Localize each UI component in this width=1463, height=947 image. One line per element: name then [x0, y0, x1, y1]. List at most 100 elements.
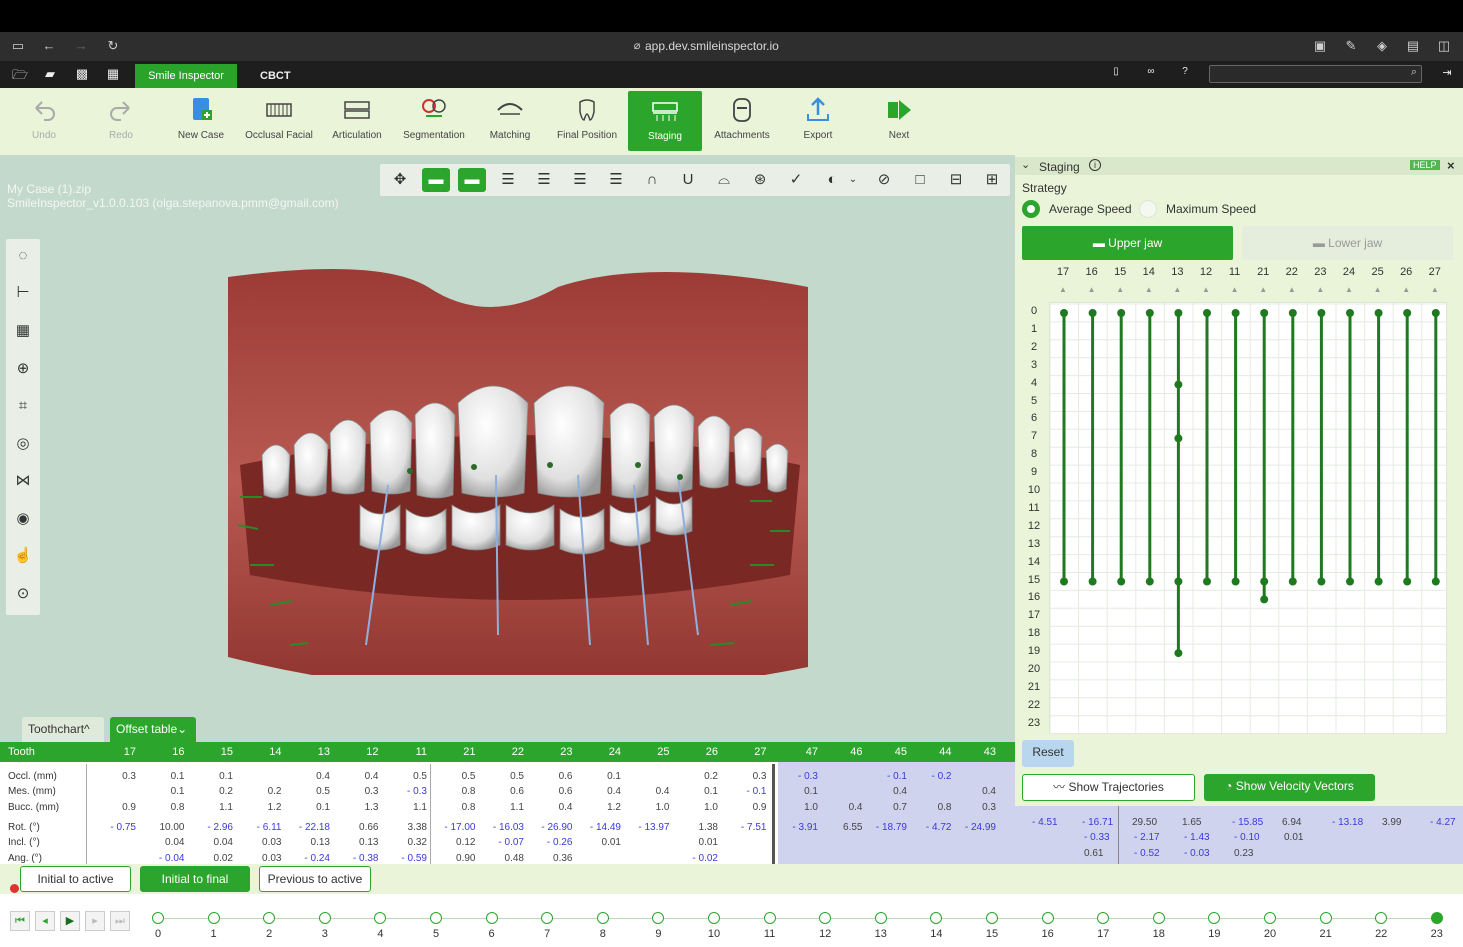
tooth-col-header[interactable]: 26 — [690, 746, 718, 758]
axes-icon[interactable]: ⊛ — [746, 168, 774, 192]
tooth-col-header[interactable]: 12 — [351, 746, 378, 758]
close-icon[interactable]: × — [1447, 158, 1455, 173]
split-view-icon[interactable]: ◫ — [1435, 38, 1453, 54]
tooth-collapse-icon[interactable]: ▲ — [1429, 285, 1441, 294]
timeline-stage-dot[interactable] — [152, 912, 164, 924]
tooth-collapse-icon[interactable]: ▲ — [1372, 285, 1384, 294]
timeline-stage-dot[interactable] — [1041, 912, 1054, 924]
timeline-stage-dot[interactable] — [541, 912, 554, 924]
search-input[interactable]: ⌕ — [1209, 65, 1422, 83]
occlusal-facial-button[interactable]: Occlusal Facial — [244, 90, 314, 152]
chevron-down-icon[interactable]: ⌄ — [846, 168, 860, 192]
attachment-view-icon[interactable]: ◐ — [818, 168, 846, 192]
stage-handle[interactable] — [1174, 649, 1183, 658]
hide-icon[interactable]: ⊘ — [870, 168, 898, 192]
logout-icon[interactable]: ⇥ — [1437, 66, 1457, 82]
binoculars-icon[interactable]: ∞ — [1141, 66, 1161, 82]
stage-handle[interactable] — [1174, 380, 1183, 389]
timeline-stage-dot[interactable] — [1375, 912, 1388, 924]
stage-handle[interactable] — [1088, 577, 1097, 586]
stage-handle[interactable] — [1117, 577, 1126, 586]
stage-handle[interactable] — [1403, 577, 1412, 586]
view-right-icon[interactable]: ☰ — [602, 168, 630, 192]
tooth-collapse-icon[interactable]: ▲ — [1086, 285, 1098, 294]
tooth-collapse-icon[interactable]: ▲ — [1057, 285, 1069, 294]
grid-view-icon[interactable]: ⊞ — [978, 168, 1006, 192]
stage-handle[interactable] — [1203, 577, 1211, 586]
grid-overlay-icon[interactable]: ▦ — [11, 319, 35, 343]
tooth-col-header[interactable]: 17 — [108, 746, 136, 758]
stage-handle[interactable] — [1174, 577, 1183, 586]
tooth-collapse-icon[interactable]: ▲ — [1314, 285, 1326, 294]
ruler-icon[interactable]: ⊢ — [11, 281, 35, 305]
stage-handle[interactable] — [1288, 309, 1297, 317]
next-stage-icon[interactable]: ▸ — [85, 911, 105, 931]
lower-jaw-button[interactable]: ▬ Lower jaw — [1242, 226, 1453, 260]
stage-handle[interactable] — [1145, 577, 1154, 586]
reader-icon[interactable]: ▤ — [1404, 38, 1422, 54]
show-trajectories-button[interactable]: 〰 Show Trajectories — [1022, 774, 1195, 801]
help-icon[interactable]: ? — [1175, 66, 1195, 82]
tooth-move-icon[interactable]: ☝ — [11, 544, 35, 568]
timeline-stage-dot[interactable] — [1097, 912, 1110, 924]
tooth-ring-icon[interactable]: ◎ — [11, 432, 35, 456]
tooth-collapse-icon[interactable]: ▲ — [1171, 285, 1183, 294]
tooth-collapse-icon[interactable]: ▲ — [1200, 285, 1212, 294]
reset-button[interactable]: Reset — [1022, 740, 1074, 767]
stage-handle[interactable] — [1174, 434, 1183, 443]
stage-handle[interactable] — [1288, 577, 1297, 586]
save-icon[interactable]: ▩ — [72, 66, 92, 82]
timeline-stage-dot[interactable] — [485, 912, 498, 924]
tooth-collapse-icon[interactable]: ▲ — [1143, 285, 1155, 294]
avg-speed-radio[interactable] — [1022, 200, 1040, 218]
tooth-search-icon[interactable]: ◌ — [11, 244, 35, 268]
tooth-col-header[interactable]: 22 — [496, 746, 524, 758]
prev-stage-icon[interactable]: ◂ — [35, 911, 55, 931]
stage-handle[interactable] — [1260, 309, 1269, 317]
collapse-chevron-icon[interactable]: ⌄ — [1021, 158, 1030, 171]
staging-grid[interactable] — [1049, 302, 1448, 735]
timeline-stage-dot[interactable] — [430, 912, 442, 924]
stage-handle[interactable] — [1403, 309, 1412, 317]
collision-icon[interactable]: ✓ — [782, 168, 810, 192]
stage-handle[interactable] — [1346, 309, 1354, 317]
stage-handle[interactable] — [1260, 595, 1269, 604]
tooth-col-header[interactable]: 14 — [254, 746, 281, 758]
tooth-collapse-icon[interactable]: ▲ — [1286, 285, 1298, 294]
attachments-button[interactable]: Attachments — [708, 90, 776, 152]
initial-to-active-button[interactable]: Initial to active — [20, 866, 131, 892]
reload-icon[interactable]: ↻ — [104, 38, 122, 54]
section-icon[interactable]: ⌗ — [11, 394, 35, 418]
ipr-icon[interactable]: ⋈ — [11, 469, 35, 493]
play-icon[interactable]: ▶ — [60, 911, 80, 931]
first-stage-icon[interactable]: ⏮ — [10, 911, 30, 931]
new-case-button[interactable]: New Case — [172, 90, 230, 152]
stage-handle[interactable] — [1231, 309, 1240, 317]
stage-handle[interactable] — [1317, 309, 1326, 317]
tooth-collapse-icon[interactable]: ▲ — [1257, 285, 1269, 294]
tooth-col-header[interactable]: 27 — [739, 746, 766, 758]
timeline-stage-dot[interactable] — [263, 912, 276, 924]
next-button[interactable]: Next — [874, 90, 924, 152]
initial-to-final-button[interactable]: Initial to final — [140, 866, 250, 892]
stage-handle[interactable] — [1231, 577, 1240, 586]
tooth-col-header[interactable]: 43 — [968, 746, 996, 758]
stage-handle[interactable] — [1203, 309, 1211, 317]
open-folder-icon[interactable]: 🗁 — [10, 66, 30, 82]
timeline-stage-dot[interactable] — [374, 912, 387, 924]
timeline-stage-dot[interactable] — [1208, 912, 1221, 924]
tooth-collapse-icon[interactable]: ▲ — [1114, 285, 1126, 294]
timeline-stage-dot[interactable] — [207, 912, 220, 924]
previous-to-active-button[interactable]: Previous to active — [259, 866, 371, 892]
timeline-stage-dot[interactable] — [318, 912, 331, 924]
extension2-icon[interactable]: ◈ — [1373, 38, 1391, 54]
timeline-stage-dot[interactable] — [1264, 912, 1276, 924]
staging-button[interactable]: Staging — [628, 91, 702, 151]
timeline-stage-dot[interactable] — [986, 912, 998, 924]
single-view-icon[interactable]: □ — [906, 168, 934, 192]
view-front-icon[interactable]: ☰ — [494, 168, 522, 192]
timeline-stage-dot[interactable] — [1319, 912, 1332, 924]
tooth-col-header[interactable]: 25 — [642, 746, 669, 758]
timeline-stage-dot[interactable] — [819, 912, 832, 924]
tooth-zoom-icon[interactable]: ⊙ — [11, 582, 35, 606]
